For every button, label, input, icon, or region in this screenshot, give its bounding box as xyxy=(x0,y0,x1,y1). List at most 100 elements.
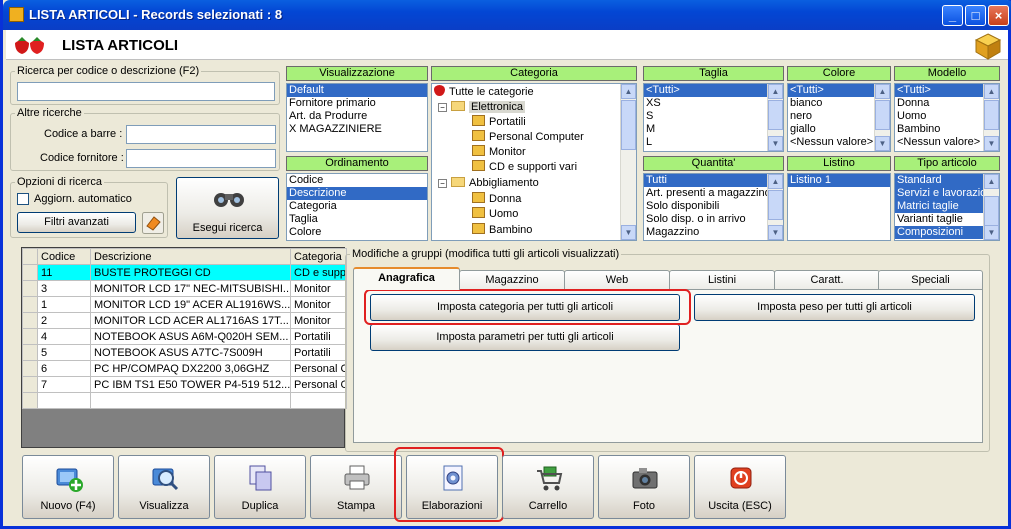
column-header[interactable]: Codice xyxy=(37,248,91,265)
tree-item[interactable]: Uomo xyxy=(472,207,518,222)
visualizzazione-list[interactable]: Default Fornitore primario Art. da Produ… xyxy=(286,83,428,152)
cell-codice[interactable]: 11 xyxy=(37,264,91,281)
list-item[interactable]: Standard xyxy=(895,174,983,187)
scroll-up-icon[interactable]: ▲ xyxy=(621,84,636,99)
tab-speciali[interactable]: Speciali xyxy=(878,270,983,290)
tipo-articolo-scrollbar[interactable]: ▲ ▼ xyxy=(983,174,999,240)
set-parameters-button[interactable]: Imposta parametri per tutti gli articoli xyxy=(370,324,680,351)
tree-item[interactable]: Bambino xyxy=(472,223,532,238)
table-row[interactable]: 5 NOTEBOOK ASUS A7TC-7S009H Portatili xyxy=(22,344,347,361)
colore-scrollbar[interactable]: ▲ ▼ xyxy=(874,84,890,151)
cell-categoria[interactable]: Personal Computer xyxy=(290,376,347,393)
tab-caratt[interactable]: Caratt. xyxy=(774,270,880,290)
list-item[interactable]: Fornitore primario xyxy=(287,97,427,110)
row-indicator[interactable] xyxy=(22,376,38,393)
list-item[interactable]: Magazzino xyxy=(644,226,783,239)
duplicate-button[interactable]: Duplica xyxy=(214,455,306,519)
scroll-down-icon[interactable]: ▼ xyxy=(984,225,999,240)
scroll-up-icon[interactable]: ▲ xyxy=(875,84,890,99)
auto-update-checkbox[interactable] xyxy=(17,193,29,205)
collapse-icon[interactable]: − xyxy=(438,103,447,112)
eraser-icon[interactable] xyxy=(142,212,164,234)
cell-categoria[interactable]: Monitor xyxy=(290,312,347,329)
tab-listini[interactable]: Listini xyxy=(669,270,775,290)
row-indicator[interactable] xyxy=(22,344,38,361)
cell-descrizione[interactable]: NOTEBOOK ASUS A7TC-7S009H xyxy=(90,344,291,361)
tree-item[interactable]: − Abbigliamento xyxy=(438,176,539,191)
column-header[interactable]: Descrizione xyxy=(90,248,291,265)
scroll-up-icon[interactable]: ▲ xyxy=(768,84,783,99)
advanced-filters-button[interactable]: Filtri avanzati xyxy=(17,212,136,233)
search-code-input[interactable] xyxy=(17,82,275,101)
column-header[interactable] xyxy=(22,248,38,265)
table-row[interactable]: 3 MONITOR LCD 17" NEC-MITSUBISHI... Moni… xyxy=(22,280,347,297)
list-item[interactable]: Composizioni xyxy=(895,226,983,239)
cell-categoria[interactable]: Monitor xyxy=(290,296,347,313)
tab-web[interactable]: Web xyxy=(564,270,670,290)
list-item[interactable]: Taglia xyxy=(287,213,427,226)
scroll-down-icon[interactable]: ▼ xyxy=(621,225,636,240)
scroll-down-icon[interactable]: ▼ xyxy=(768,136,783,151)
categoria-scrollbar[interactable]: ▲ ▼ xyxy=(620,84,636,240)
cell-codice[interactable] xyxy=(37,392,91,409)
list-item[interactable]: Art. presenti a magazzino xyxy=(644,187,783,200)
list-item[interactable]: Listino 1 xyxy=(788,174,890,187)
list-item[interactable]: XS xyxy=(644,97,783,110)
list-item[interactable]: L xyxy=(644,136,783,149)
cell-descrizione[interactable]: MONITOR LCD ACER AL1716AS 17T... xyxy=(90,312,291,329)
list-item[interactable]: Matrici taglie xyxy=(895,200,983,213)
cell-categoria[interactable] xyxy=(290,392,347,409)
cell-codice[interactable]: 1 xyxy=(37,296,91,313)
cart-button[interactable]: Carrello xyxy=(502,455,594,519)
maximize-button[interactable]: □ xyxy=(965,5,986,26)
scroll-up-icon[interactable]: ▲ xyxy=(768,174,783,189)
quantita-scrollbar[interactable]: ▲ ▼ xyxy=(767,174,783,240)
cell-descrizione[interactable]: PC IBM TS1 E50 TOWER P4-519 512... xyxy=(90,376,291,393)
list-item[interactable]: X MAGAZZINIERE xyxy=(287,123,427,136)
list-item[interactable]: Art. da Produrre xyxy=(287,110,427,123)
listino-list[interactable]: Listino 1 xyxy=(787,173,891,241)
table-row[interactable]: 6 PC HP/COMPAQ DX2200 3,06GHZ Personal C… xyxy=(22,360,347,377)
table-row[interactable]: 4 NOTEBOOK ASUS A6M-Q020H SEM... Portati… xyxy=(22,328,347,345)
articles-table[interactable]: Codice Descrizione Categoria 11 BUSTE PR… xyxy=(22,248,347,409)
cell-descrizione[interactable] xyxy=(90,392,291,409)
table-row[interactable] xyxy=(22,392,347,409)
row-indicator[interactable] xyxy=(22,360,38,377)
cell-descrizione[interactable]: MONITOR LCD 19" ACER AL1916WS... xyxy=(90,296,291,313)
cell-descrizione[interactable]: PC HP/COMPAQ DX2200 3,06GHZ xyxy=(90,360,291,377)
tree-item[interactable]: Portatili xyxy=(472,115,526,130)
articles-grid[interactable]: Codice Descrizione Categoria 11 BUSTE PR… xyxy=(21,247,347,448)
print-button[interactable]: Stampa xyxy=(310,455,402,519)
tree-item[interactable]: Monitor xyxy=(472,145,526,160)
cell-categoria[interactable]: Portatili xyxy=(290,344,347,361)
list-item[interactable]: Codice xyxy=(287,174,427,187)
cell-codice[interactable]: 6 xyxy=(37,360,91,377)
new-button[interactable]: Nuovo (F4) xyxy=(22,455,114,519)
list-item[interactable]: Categoria xyxy=(287,200,427,213)
taglia-scrollbar[interactable]: ▲ ▼ xyxy=(767,84,783,151)
supplier-code-input[interactable] xyxy=(126,149,276,168)
run-search-button[interactable]: Esegui ricerca xyxy=(176,177,279,239)
cell-categoria[interactable]: CD e supporti vari xyxy=(290,264,347,281)
cell-categoria[interactable]: Portatili xyxy=(290,328,347,345)
tree-item[interactable]: CD e supporti vari xyxy=(472,160,577,175)
cell-codice[interactable]: 4 xyxy=(37,328,91,345)
taglia-list[interactable]: <Tutti> XS S M L ▲ ▼ xyxy=(643,83,784,152)
tree-item[interactable]: Tutte le categorie xyxy=(434,85,534,100)
tree-item[interactable]: − Elettronica xyxy=(438,100,525,115)
list-item[interactable]: Solo disponibili xyxy=(644,200,783,213)
photo-button[interactable]: Foto xyxy=(598,455,690,519)
scroll-down-icon[interactable]: ▼ xyxy=(984,136,999,151)
cell-descrizione[interactable]: NOTEBOOK ASUS A6M-Q020H SEM... xyxy=(90,328,291,345)
cell-descrizione[interactable]: MONITOR LCD 17" NEC-MITSUBISHI... xyxy=(90,280,291,297)
list-item[interactable]: Solo disp. o in arrivo xyxy=(644,213,783,226)
view-button[interactable]: Visualizza xyxy=(118,455,210,519)
row-indicator[interactable] xyxy=(22,392,38,409)
list-item[interactable]: Colore xyxy=(287,226,427,239)
column-header[interactable]: Categoria xyxy=(290,248,347,265)
scroll-up-icon[interactable]: ▲ xyxy=(984,174,999,189)
list-item[interactable]: Tutti xyxy=(644,174,767,187)
categoria-tree[interactable]: Tutte le categorie − Elettronica Portatil… xyxy=(431,83,637,241)
quantita-list[interactable]: Tutti Art. presenti a magazzino Solo dis… xyxy=(643,173,784,241)
minimize-button[interactable]: _ xyxy=(942,5,963,26)
